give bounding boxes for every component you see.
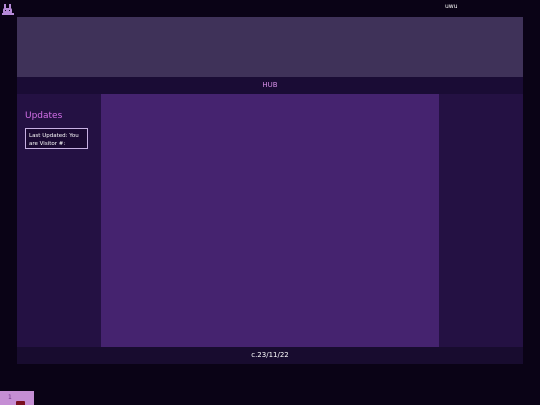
page: uwu HUB Updates Last Updated: You are Vi…: [0, 0, 540, 405]
main-content: [101, 94, 439, 347]
updates-heading: Updates: [25, 111, 63, 121]
top-bar: uwu: [0, 0, 540, 16]
navbar: HUB: [17, 77, 523, 94]
chat-widget-button[interactable]: 1: [0, 391, 34, 405]
updates-box: Last Updated: You are Visitor #:: [25, 128, 88, 149]
user-text: uwu: [445, 3, 458, 10]
chat-bubble-icon: [16, 394, 25, 405]
right-sidebar: [439, 94, 523, 347]
nav-link-hub[interactable]: HUB: [262, 81, 277, 90]
header-banner: [17, 17, 523, 77]
bunny-icon[interactable]: [2, 1, 14, 15]
footer-date: c.23/11/22: [251, 351, 289, 359]
site-container: HUB Updates Last Updated: You are Visito…: [17, 17, 523, 364]
chat-count: 1: [8, 394, 12, 401]
left-sidebar: Updates Last Updated: You are Visitor #:: [17, 94, 101, 347]
footer: c.23/11/22: [17, 347, 523, 364]
